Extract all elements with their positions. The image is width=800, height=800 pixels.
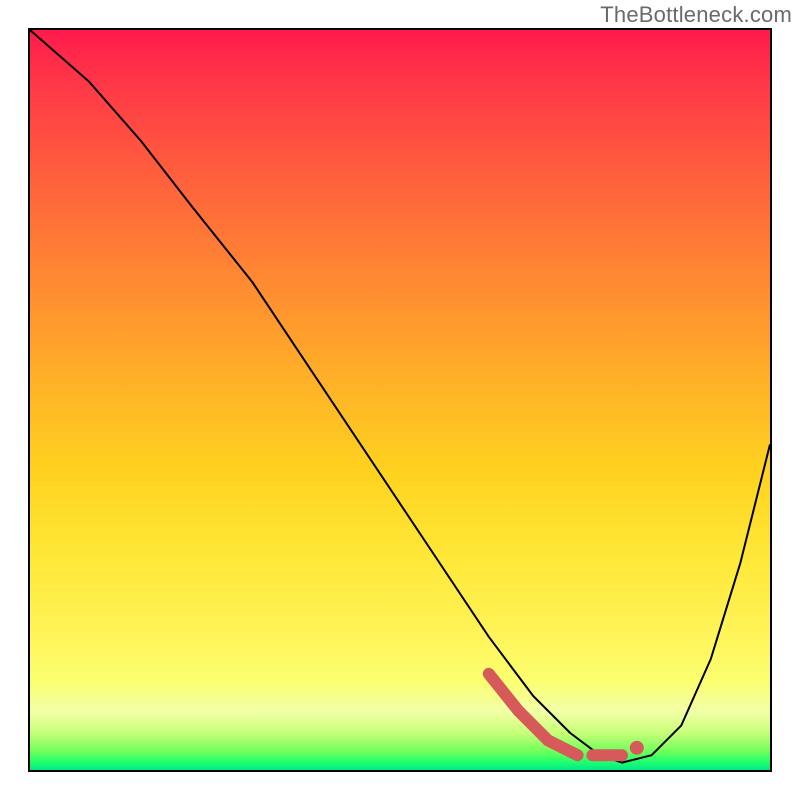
chart-frame: TheBottleneck.com [0,0,800,800]
marker-segment-0 [489,674,578,755]
bottleneck-curve [30,30,770,763]
watermark-text: TheBottleneck.com [600,2,792,28]
plot-area [28,28,772,772]
chart-svg [30,30,770,770]
marker-dot-0 [630,741,644,755]
optimal-range-marker [489,674,644,755]
